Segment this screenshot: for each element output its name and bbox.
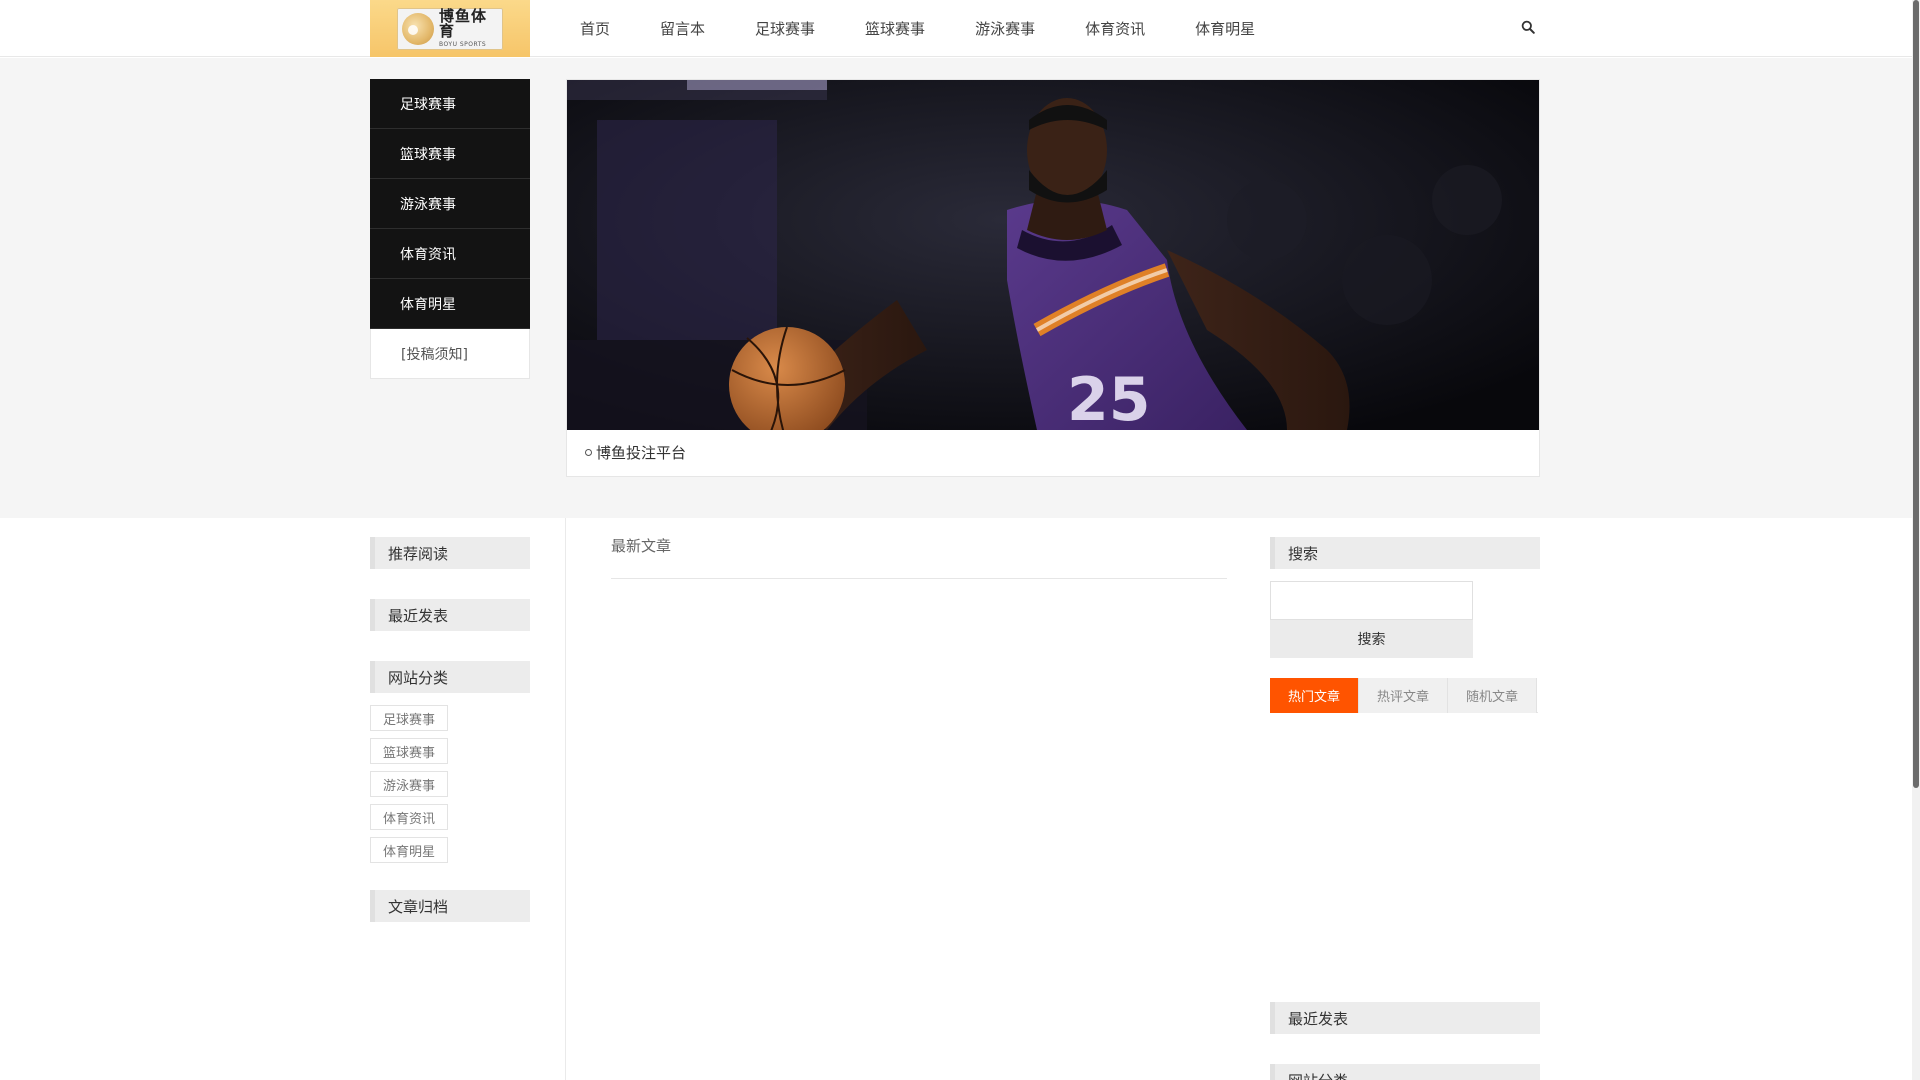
nav-sports-stars[interactable]: 体育明星 [1195, 18, 1255, 39]
article-tabs: 热门文章 热评文章 随机文章 [1270, 678, 1538, 713]
site-header: 博鱼体育 BOYU SPORTS 首页 留言本 足球赛事 篮球赛事 游泳赛事 体… [0, 0, 1912, 57]
banner-caption[interactable]: 博鱼投注平台 [585, 442, 686, 463]
logo-ball-icon [402, 12, 434, 45]
side-item-swimming[interactable]: 游泳赛事 [370, 179, 530, 229]
widget-recommended-title: 推荐阅读 [370, 537, 530, 569]
nav-sports-news[interactable]: 体育资讯 [1085, 18, 1145, 39]
logo-text: 博鱼体育 BOYU SPORTS [439, 9, 498, 48]
basketball-player-image: 25 [567, 80, 1539, 430]
right-categories-title: 网站分类 [1270, 1064, 1540, 1080]
right-sidebar: 搜索 搜索 热门文章 热评文章 随机文章 最近发表 网站分类 [1270, 537, 1540, 1080]
nav-basketball[interactable]: 篮球赛事 [865, 18, 925, 39]
right-widget-categories: 网站分类 [1270, 1064, 1540, 1080]
widget-search-title: 搜索 [1270, 537, 1540, 569]
logo-title: 博鱼体育 [439, 7, 488, 40]
banner-caption-text: 博鱼投注平台 [596, 444, 687, 462]
widget-categories-title: 网站分类 [370, 661, 530, 693]
site-logo[interactable]: 博鱼体育 BOYU SPORTS [370, 0, 530, 57]
svg-text:25: 25 [1067, 365, 1151, 430]
side-item-sports-news[interactable]: 体育资讯 [370, 229, 530, 279]
tab-most-commented[interactable]: 热评文章 [1359, 678, 1448, 713]
search-icon[interactable] [1521, 20, 1535, 34]
nav-home[interactable]: 首页 [580, 18, 610, 39]
tag-football[interactable]: 足球赛事 [370, 705, 448, 731]
search-input[interactable] [1270, 581, 1473, 620]
search-button[interactable]: 搜索 [1270, 620, 1473, 658]
logo-subtitle: BOYU SPORTS [439, 41, 487, 48]
right-recent-title: 最近发表 [1270, 1002, 1540, 1034]
nav-football[interactable]: 足球赛事 [755, 18, 815, 39]
tab-hot-articles[interactable]: 热门文章 [1270, 678, 1359, 713]
caption-bullet-icon [585, 449, 592, 456]
nav-swimming[interactable]: 游泳赛事 [975, 18, 1035, 39]
tag-sports-stars[interactable]: 体育明星 [370, 837, 448, 863]
column-divider [565, 518, 566, 1080]
side-item-football[interactable]: 足球赛事 [370, 79, 530, 129]
tag-basketball[interactable]: 篮球赛事 [370, 738, 448, 764]
main-nav: 首页 留言本 足球赛事 篮球赛事 游泳赛事 体育资讯 体育明星 [580, 0, 1255, 57]
widget-archive-title: 文章归档 [370, 890, 530, 922]
latest-articles-title: 最新文章 [611, 537, 1227, 579]
tab-random-articles[interactable]: 随机文章 [1448, 678, 1537, 713]
side-item-sports-stars[interactable]: 体育明星 [370, 279, 530, 329]
category-tags: 足球赛事 篮球赛事 游泳赛事 体育资讯 体育明星 [370, 705, 532, 870]
logo-badge: 博鱼体育 BOYU SPORTS [397, 7, 503, 50]
side-item-basketball[interactable]: 篮球赛事 [370, 129, 530, 179]
right-widget-recent: 最近发表 [1270, 1002, 1540, 1034]
widget-recent-title: 最近发表 [370, 599, 530, 631]
featured-banner[interactable]: 25 博鱼投注平台 [566, 79, 1540, 477]
banner-image[interactable]: 25 [567, 80, 1539, 430]
side-category-menu: 足球赛事 篮球赛事 游泳赛事 体育资讯 体育明星 [投稿须知] [370, 79, 530, 379]
side-item-submission-guide[interactable]: [投稿须知] [370, 329, 530, 379]
left-sidebar: 推荐阅读 最近发表 网站分类 足球赛事 篮球赛事 游泳赛事 体育资讯 体育明星 … [370, 537, 530, 922]
scrollbar-thumb[interactable] [1913, 0, 1919, 788]
main-content: 最新文章 [611, 537, 1227, 579]
tag-sports-news[interactable]: 体育资讯 [370, 804, 448, 830]
tag-swimming[interactable]: 游泳赛事 [370, 771, 448, 797]
nav-guestbook[interactable]: 留言本 [660, 18, 705, 39]
